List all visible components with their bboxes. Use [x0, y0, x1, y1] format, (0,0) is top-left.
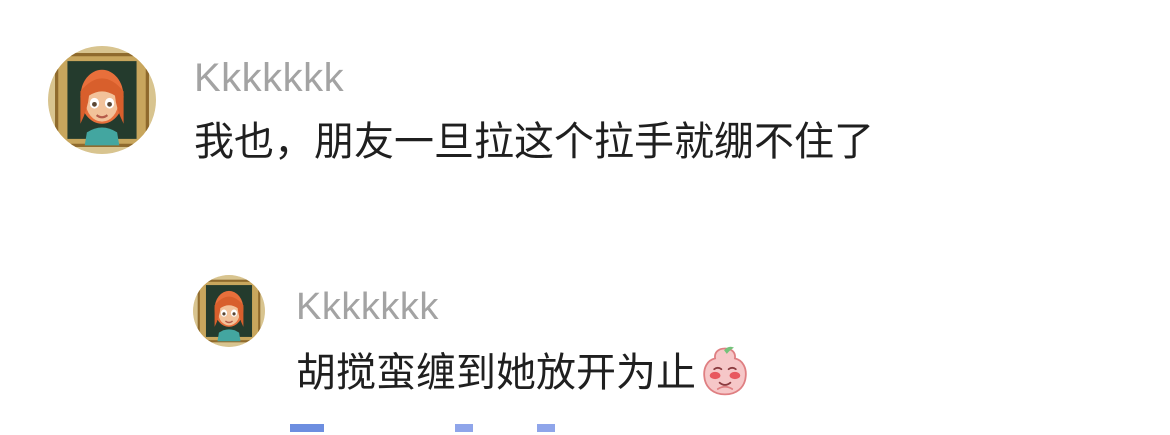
comment-item: Kkkkkkk 我也，朋友一旦拉这个拉手就绷不住了 — [48, 46, 1148, 176]
comment-username[interactable]: Kkkkkkk — [194, 52, 344, 104]
cutoff-mark — [455, 424, 473, 432]
reply-text: 胡搅蛮缠到她放开为止 — [296, 350, 696, 396]
avatar[interactable] — [193, 275, 265, 347]
reply-text-line: 胡搅蛮缠到她放开为止 — [296, 344, 752, 399]
cutoff-mark — [537, 424, 555, 432]
cutoff-next-row — [290, 424, 575, 435]
reply-username[interactable]: Kkkkkkk — [296, 283, 439, 331]
cartoon-girl-avatar-icon — [48, 46, 156, 154]
comment-text: 我也，朋友一旦拉这个拉手就绷不住了 — [194, 119, 874, 165]
cutoff-mark — [290, 424, 324, 432]
cartoon-girl-avatar-icon — [193, 275, 265, 347]
reply-item: Kkkkkkk 胡搅蛮缠到她放开为止 — [193, 275, 1153, 405]
blushing-peach-emoji-icon — [698, 344, 752, 398]
avatar[interactable] — [48, 46, 156, 154]
